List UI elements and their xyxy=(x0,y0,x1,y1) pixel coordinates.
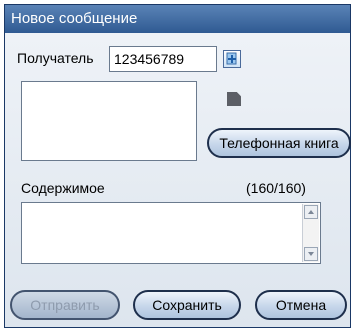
recipient-input[interactable] xyxy=(109,46,217,72)
send-button[interactable]: Отправить xyxy=(10,290,120,320)
cancel-button[interactable]: Отмена xyxy=(255,290,347,320)
save-button[interactable]: Сохранить xyxy=(133,290,241,320)
scroll-up-icon[interactable] xyxy=(304,205,318,219)
remove-recipient-icon[interactable] xyxy=(227,92,241,106)
window-title: Новое сообщение xyxy=(11,10,138,27)
message-content-field[interactable] xyxy=(21,202,321,264)
phonebook-button[interactable]: Телефонная книга xyxy=(207,128,351,158)
title-bar: Новое сообщение xyxy=(5,5,350,33)
add-contact-icon[interactable] xyxy=(223,50,241,68)
content-label: Содержимое xyxy=(21,180,105,196)
scroll-down-icon[interactable] xyxy=(304,247,318,261)
dialog-body: Получатель Телефонная книга Содержимое (… xyxy=(5,33,351,327)
char-counter: (160/160) xyxy=(246,180,306,196)
recipients-list[interactable] xyxy=(21,81,197,161)
recipient-label: Получатель xyxy=(17,50,94,66)
new-message-dialog: Новое сообщение Получатель Телефонная кн… xyxy=(4,4,351,328)
content-scrollbar[interactable] xyxy=(302,204,319,262)
